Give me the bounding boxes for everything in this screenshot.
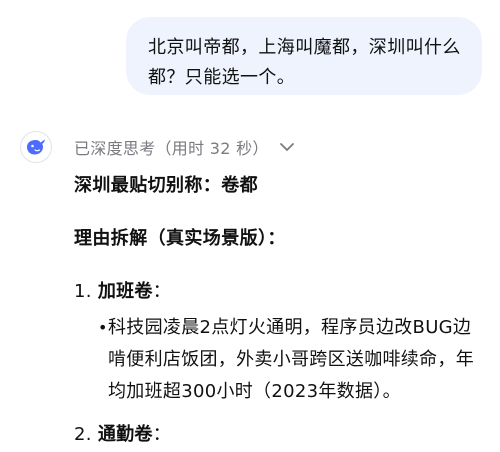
deepseek-avatar xyxy=(20,131,52,163)
list-item-number: 1. xyxy=(74,281,92,302)
list-item-colon: ： xyxy=(152,281,172,302)
bullet-dot-icon: • xyxy=(98,318,108,337)
answer-headline: 深圳最贴切别称：卷都 xyxy=(74,175,258,196)
list-item-bullet: • 科技园凌晨2点灯火通明，程序员边改BUG边啃便利店饭团，外卖小哥跨区送咖啡续… xyxy=(74,312,484,408)
assistant-answer: 深圳最贴切别称：卷都 理由拆解（真实场景版）： 1. 加班卷： • 科技园凌晨2… xyxy=(74,170,484,451)
thinking-toggle[interactable]: 已深度思考（用时 32 秒） xyxy=(20,130,480,164)
chat-screen: 北京叫帝都，上海叫魔都，深圳叫什么都？只能选一个。 已深度思考（用时 32 秒）… xyxy=(0,0,500,452)
list-item-colon: ： xyxy=(152,424,172,445)
user-message-text: 北京叫帝都，上海叫魔都，深圳叫什么都？只能选一个。 xyxy=(148,37,461,88)
chevron-down-icon[interactable] xyxy=(279,142,295,152)
bullet-text: 科技园凌晨2点灯火通明，程序员边改BUG边啃便利店饭团，外卖小哥跨区送咖啡续命，… xyxy=(108,317,474,402)
list-item-label: 通勤卷 xyxy=(97,424,153,445)
list-item-label: 加班卷 xyxy=(97,281,153,302)
list-item-title: 1. 加班卷： xyxy=(74,276,484,308)
list-item-title: 2. 通勤卷： xyxy=(74,419,484,451)
whale-logo-icon xyxy=(27,139,45,155)
thinking-duration-label: 已深度思考（用时 32 秒） xyxy=(74,139,269,158)
answer-subheading: 理由拆解（真实场景版）： xyxy=(74,228,286,249)
list-item-number: 2. xyxy=(74,424,92,445)
user-message-bubble: 北京叫帝都，上海叫魔都，深圳叫什么都？只能选一个。 xyxy=(126,17,482,95)
